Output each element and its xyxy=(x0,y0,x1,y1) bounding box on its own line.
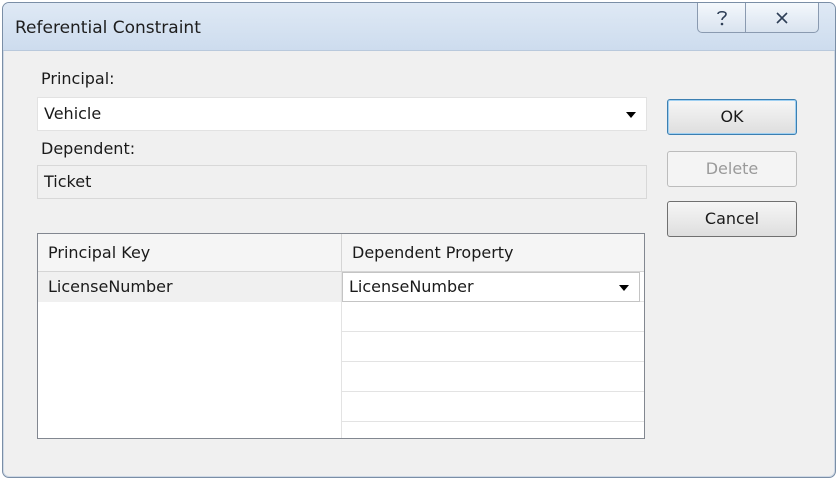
empty-cell xyxy=(38,392,342,422)
dependent-label: Dependent: xyxy=(41,139,136,158)
table-row xyxy=(38,332,644,362)
delete-button: Delete xyxy=(667,151,797,187)
principal-combobox[interactable]: Vehicle xyxy=(37,97,647,131)
dependent-field: Ticket xyxy=(37,165,647,199)
principal-value: Vehicle xyxy=(44,104,102,123)
help-icon xyxy=(716,10,727,25)
dependent-value: Ticket xyxy=(44,172,92,191)
principal-label: Principal: xyxy=(41,69,115,88)
referential-constraint-dialog: Referential Constraint Principal: Vehicl… xyxy=(2,2,836,478)
empty-cell xyxy=(342,422,644,438)
cancel-button[interactable]: Cancel xyxy=(667,201,797,237)
column-header-dependent-property[interactable]: Dependent Property xyxy=(342,234,644,272)
table-row xyxy=(38,422,644,438)
title-bar: Referential Constraint xyxy=(3,3,835,51)
empty-cell xyxy=(38,302,342,332)
mapping-grid: Principal Key Dependent Property License… xyxy=(37,233,645,439)
grid-header: Principal Key Dependent Property xyxy=(38,234,644,272)
chevron-down-icon[interactable] xyxy=(619,285,629,291)
window-title: Referential Constraint xyxy=(15,18,201,38)
close-button[interactable] xyxy=(745,3,819,33)
empty-cell xyxy=(38,362,342,392)
column-header-principal-key[interactable]: Principal Key xyxy=(38,234,342,272)
help-button[interactable] xyxy=(697,3,745,33)
chevron-down-icon[interactable] xyxy=(626,112,636,118)
table-row xyxy=(38,362,644,392)
table-row[interactable]: LicenseNumber LicenseNumber xyxy=(38,272,644,302)
empty-cell xyxy=(342,362,644,392)
table-row xyxy=(38,392,644,422)
ok-button[interactable]: OK xyxy=(667,99,797,135)
dependent-property-combobox[interactable]: LicenseNumber xyxy=(342,272,640,302)
table-row xyxy=(38,302,644,332)
empty-cell xyxy=(38,422,342,438)
empty-cell xyxy=(342,392,644,422)
empty-cell xyxy=(38,332,342,362)
dependent-property-value: LicenseNumber xyxy=(349,277,474,296)
empty-cell xyxy=(342,332,644,362)
empty-cell xyxy=(342,302,644,332)
principal-key-cell: LicenseNumber xyxy=(38,272,342,302)
close-icon xyxy=(776,11,788,24)
